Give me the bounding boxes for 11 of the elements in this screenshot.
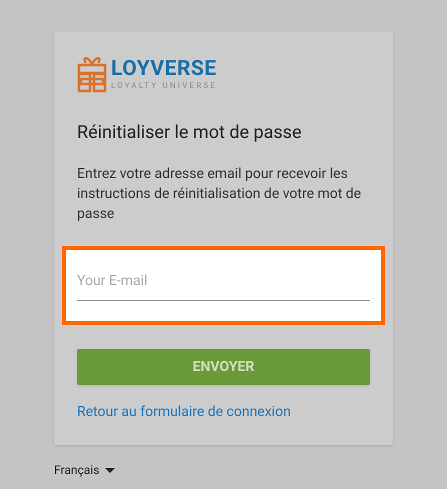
submit-button[interactable]: ENVOYER bbox=[77, 349, 370, 385]
email-input[interactable]: Your E-mail bbox=[77, 271, 370, 292]
email-field[interactable]: Your E-mail bbox=[62, 246, 385, 325]
page-title: Réinitialiser le mot de passe bbox=[76, 121, 303, 145]
language-dropdown[interactable]: Français bbox=[54, 461, 116, 479]
logo-wordmark: LOYVERSE bbox=[111, 58, 218, 80]
caret-icon bbox=[105, 468, 116, 472]
logo-tagline: LOYALTY UNIVERSE bbox=[111, 82, 218, 90]
gift-icon bbox=[77, 55, 107, 93]
description-text: Entrez votre adresse email pour recevoir les instructions de réinitialisation de votre mot de passe bbox=[76, 165, 362, 224]
back-link[interactable]: Retour au formulaire de connexion bbox=[54, 402, 393, 423]
